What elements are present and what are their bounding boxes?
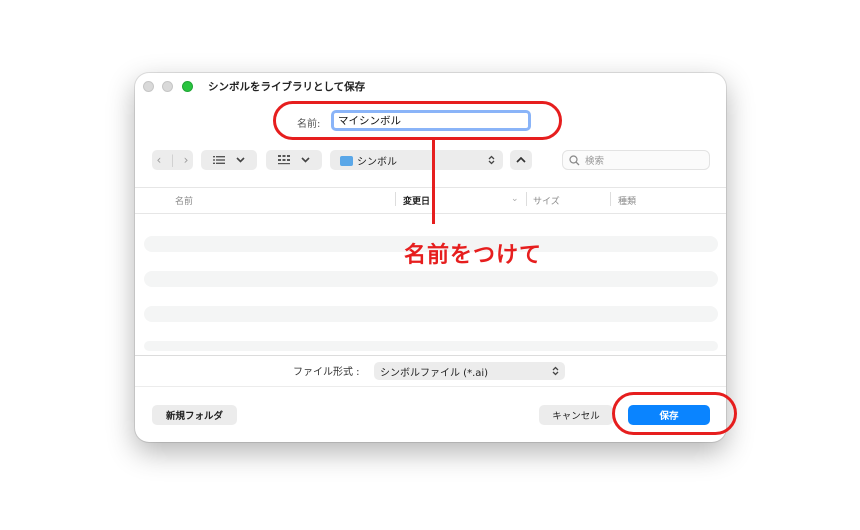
- folder-icon: [340, 156, 353, 166]
- grid-view-button[interactable]: [266, 150, 322, 170]
- annotation-highlight-name: [273, 101, 562, 140]
- header-divider-bottom: [135, 213, 726, 214]
- column-divider[interactable]: [526, 192, 527, 206]
- footer-divider: [135, 386, 726, 387]
- format-select[interactable]: シンボルファイル (*.ai): [374, 362, 565, 380]
- minimize-window-button[interactable]: [162, 81, 173, 92]
- nav-divider: |: [170, 153, 175, 167]
- annotation-label: 名前をつけて: [404, 243, 543, 268]
- format-value: シンボルファイル (*.ai): [380, 367, 489, 379]
- list-icon: [212, 156, 225, 164]
- annotation-pointer-line: [432, 140, 435, 224]
- window-title: シンボルをライブラリとして保存: [208, 81, 366, 93]
- chevron-left-icon[interactable]: ‹: [157, 153, 162, 167]
- sort-chevron-icon: ⌄: [511, 194, 519, 204]
- close-window-button[interactable]: [143, 81, 154, 92]
- zoom-window-button[interactable]: [182, 81, 193, 92]
- column-divider[interactable]: [395, 192, 396, 206]
- column-header-kind[interactable]: 種類: [618, 194, 636, 207]
- list-row-stripe: [144, 271, 718, 287]
- search-placeholder: 検索: [585, 156, 605, 167]
- chevron-right-icon[interactable]: ›: [184, 153, 189, 167]
- chevron-down-icon: [301, 157, 310, 163]
- search-field[interactable]: 検索: [562, 150, 710, 170]
- chevron-down-icon: [236, 157, 245, 163]
- location-popup[interactable]: シンボル: [330, 150, 503, 170]
- list-row-stripe: [144, 341, 718, 351]
- header-divider-top: [135, 187, 726, 188]
- chevron-up-icon: [516, 157, 526, 163]
- cancel-button[interactable]: キャンセル: [539, 405, 613, 425]
- location-label: シンボル: [357, 156, 397, 168]
- column-header-size[interactable]: サイズ: [533, 194, 560, 207]
- location-current: シンボル: [340, 153, 397, 168]
- column-header-date[interactable]: 変更日: [403, 194, 430, 207]
- column-header-name[interactable]: 名前: [175, 194, 193, 207]
- grid-icon: [277, 155, 290, 165]
- list-view-button[interactable]: [201, 150, 257, 170]
- list-row-stripe: [144, 306, 718, 322]
- footer-divider: [135, 355, 726, 356]
- expand-collapse-button[interactable]: [510, 150, 532, 170]
- up-down-chevron-icon: [488, 155, 495, 165]
- up-down-chevron-icon: [552, 366, 559, 376]
- search-icon: [569, 154, 580, 165]
- new-folder-button[interactable]: 新規フォルダ: [152, 405, 237, 425]
- column-divider[interactable]: [610, 192, 611, 206]
- annotation-highlight-save: [612, 392, 737, 435]
- format-label: ファイル形式 :: [293, 367, 360, 378]
- back-forward-control[interactable]: ‹ | ›: [152, 150, 193, 170]
